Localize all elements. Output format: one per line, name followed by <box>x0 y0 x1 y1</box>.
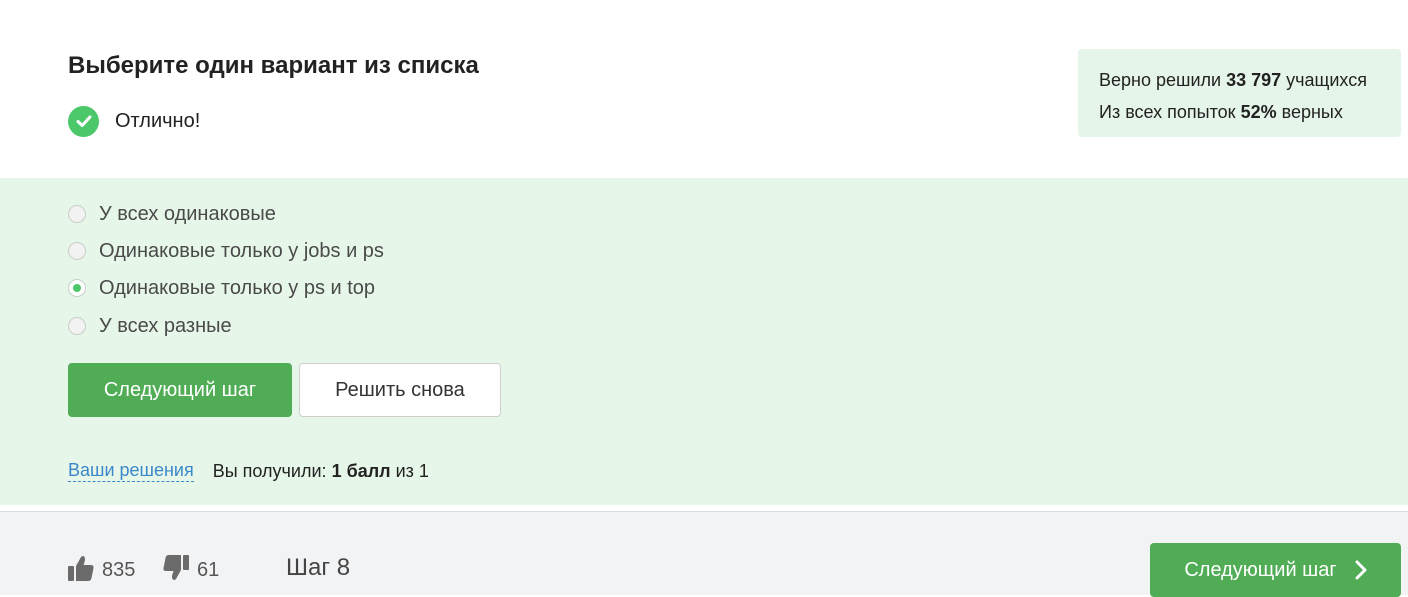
retry-button[interactable]: Решить снова <box>299 363 501 417</box>
thumbs-up-icon <box>67 554 95 587</box>
your-solutions-link[interactable]: Ваши решения <box>68 460 194 482</box>
status-row: Отлично! <box>68 105 200 137</box>
radio-button[interactable] <box>68 317 86 335</box>
step-label: Шаг 8 <box>286 554 351 581</box>
task-title: Выберите один вариант из списка <box>68 52 479 79</box>
solved-count: 33 797 <box>1226 70 1282 90</box>
solved-stat: Верно решили 33 797 учащихся <box>1099 70 1367 90</box>
thumbs-down-icon <box>162 554 190 587</box>
status-text: Отлично! <box>115 109 201 132</box>
attempts-percent: 52% <box>1240 102 1277 122</box>
score-text: Вы получили: 1 балл из 1 <box>212 460 429 481</box>
option-item[interactable]: Одинаковые только у ps и top <box>68 273 375 303</box>
dislike-button[interactable]: 61 <box>162 554 219 587</box>
next-step-button[interactable]: Следующий шаг <box>68 363 292 417</box>
option-label: Одинаковые только у jobs и ps <box>99 239 384 262</box>
option-label: У всех одинаковые <box>99 202 276 225</box>
stats-box: Верно решили 33 797 учащихся Из всех поп… <box>1078 49 1401 137</box>
radio-button[interactable] <box>68 205 86 223</box>
option-label: У всех разные <box>99 314 232 337</box>
footer-next-label: Следующий шаг <box>1184 558 1337 581</box>
result-row: Ваши решения Вы получили: 1 балл из 1 <box>68 459 429 483</box>
radio-button[interactable] <box>68 242 86 260</box>
option-item[interactable]: Одинаковые только у jobs и ps <box>68 236 384 266</box>
dislikes-count: 61 <box>197 559 220 581</box>
attempts-stat: Из всех попыток 52% верных <box>1099 102 1343 122</box>
step-footer: 835 61 Шаг 8 Следующий шаг <box>0 505 1408 597</box>
option-item[interactable]: У всех одинаковые <box>68 199 276 229</box>
footer-next-step-button[interactable]: Следующий шаг <box>1150 543 1401 597</box>
option-item[interactable]: У всех разные <box>68 311 232 341</box>
chevron-right-icon <box>1355 560 1367 580</box>
task-header: Выберите один вариант из списка Отлично!… <box>0 0 1408 178</box>
check-circle-icon <box>68 105 99 137</box>
radio-button-selected[interactable] <box>68 279 86 297</box>
likes-count: 835 <box>102 559 136 581</box>
like-button[interactable]: 835 <box>67 554 135 587</box>
footer-divider <box>0 511 1408 512</box>
answer-area: У всех одинаковые Одинаковые только у jo… <box>0 178 1408 505</box>
option-label: Одинаковые только у ps и top <box>99 276 376 299</box>
score-value: 1 балл <box>331 460 391 481</box>
radio-dot <box>73 284 81 292</box>
